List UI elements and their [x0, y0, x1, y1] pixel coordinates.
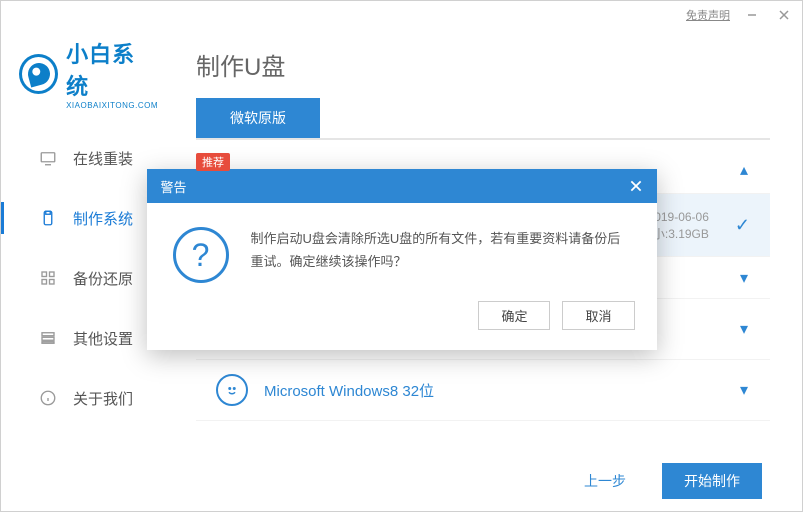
warning-dialog: 警告 ? 制作启动U盘会清除所选U盘的所有文件，若有重要资料请备份后重试。确定继… — [147, 169, 657, 350]
dialog-body: ? 制作启动U盘会清除所选U盘的所有文件，若有重要资料请备份后重试。确定继续该操… — [147, 203, 657, 301]
dialog-footer: 确定 取消 — [147, 301, 657, 350]
dialog-title: 警告 — [161, 177, 187, 196]
modal-overlay: 警告 ? 制作启动U盘会清除所选U盘的所有文件，若有重要资料请备份后重试。确定继… — [1, 1, 802, 511]
question-icon: ? — [173, 227, 229, 283]
dialog-close-button[interactable] — [625, 175, 647, 197]
ok-button[interactable]: 确定 — [478, 301, 550, 330]
dialog-message: 制作启动U盘会清除所选U盘的所有文件，若有重要资料请备份后重试。确定继续该操作吗… — [251, 227, 631, 283]
cancel-button[interactable]: 取消 — [562, 301, 634, 330]
dialog-header: 警告 — [147, 169, 657, 203]
app-window: 免责声明 小白系统 XIAOBAIXITONG.COM 在线重装 制作系统 — [0, 0, 803, 512]
recommend-badge: 推荐 — [196, 153, 230, 171]
